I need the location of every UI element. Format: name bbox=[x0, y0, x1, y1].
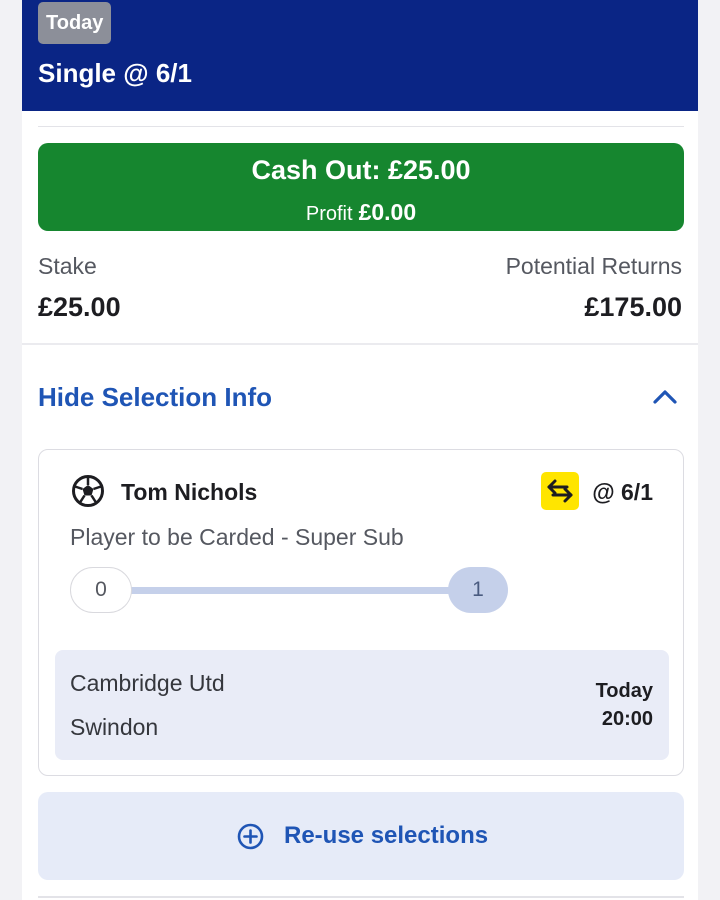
progress-start-marker: 0 bbox=[70, 567, 132, 613]
reuse-selections-button[interactable]: Re-use selections bbox=[38, 792, 684, 880]
bet-type-title: Single @ 6/1 bbox=[38, 58, 192, 88]
reuse-selections-label: Re-use selections bbox=[284, 822, 489, 849]
stake-value: £25.00 bbox=[38, 292, 121, 322]
profit-value: £0.00 bbox=[358, 199, 417, 225]
divider bbox=[38, 896, 684, 898]
cash-out-label: Cash Out: £25.00 bbox=[251, 155, 471, 185]
chevron-up-icon[interactable] bbox=[650, 384, 680, 410]
potential-returns-value: £175.00 bbox=[584, 292, 682, 322]
home-team: Cambridge Utd bbox=[70, 670, 225, 696]
stake-label: Stake bbox=[38, 253, 97, 279]
divider bbox=[38, 126, 684, 127]
profit-label: Profit bbox=[305, 203, 353, 225]
swap-arrows-icon bbox=[541, 472, 579, 510]
football-icon bbox=[72, 475, 104, 507]
cash-out-profit: Profit £0.00 bbox=[38, 199, 684, 226]
cash-out-button[interactable]: Cash Out: £25.00 Profit £0.00 bbox=[38, 143, 684, 231]
potential-returns-label: Potential Returns bbox=[505, 253, 682, 279]
market-name: Player to be Carded - Super Sub bbox=[70, 524, 404, 550]
divider bbox=[22, 343, 698, 345]
event-info[interactable]: Cambridge Utd Swindon Today 20:00 bbox=[55, 650, 669, 760]
bet-header: Today Single @ 6/1 bbox=[22, 0, 698, 111]
plus-circle-icon bbox=[237, 823, 264, 850]
player-name: Tom Nichols bbox=[121, 479, 258, 505]
away-team: Swindon bbox=[70, 714, 159, 740]
event-day: Today bbox=[595, 680, 653, 702]
progress-track bbox=[119, 587, 479, 594]
selection-odds: @ 6/1 bbox=[592, 479, 653, 505]
bet-detail-page: Today Single @ 6/1 Cash Out: £25.00 Prof… bbox=[22, 0, 698, 900]
selection-card: Tom Nichols @ 6/1 Player to be Carded - … bbox=[38, 449, 684, 776]
hide-selection-info-toggle[interactable]: Hide Selection Info bbox=[38, 382, 272, 413]
progress-end-marker: 1 bbox=[448, 567, 508, 613]
today-badge: Today bbox=[38, 2, 112, 44]
event-time: 20:00 bbox=[601, 708, 653, 730]
